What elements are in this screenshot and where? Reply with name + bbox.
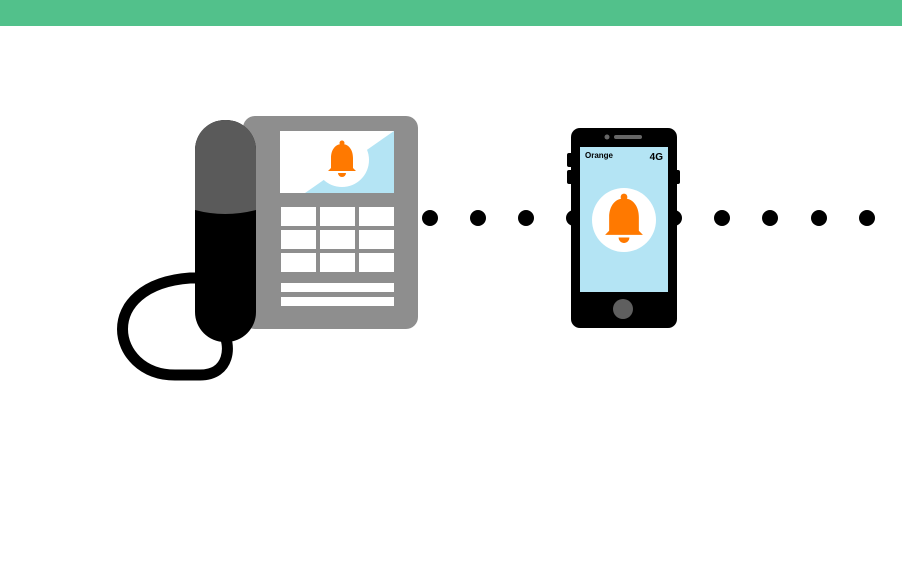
- connection-dot: [762, 210, 778, 226]
- desk-phone-keypad: [281, 207, 394, 272]
- illustration-stage: Orange 4G: [0, 0, 902, 568]
- network-label: 4G: [650, 152, 664, 163]
- handset: [195, 120, 256, 342]
- carrier-label: Orange: [585, 151, 614, 160]
- front-camera: [604, 134, 610, 140]
- connection-dot: [470, 210, 486, 226]
- forwarding-scene: Orange 4G: [117, 116, 875, 381]
- desk-phone-screen: [280, 131, 394, 193]
- home-button: [613, 299, 633, 319]
- desk-phone-icon: [117, 116, 418, 381]
- connection-dot: [714, 210, 730, 226]
- connection-dot: [422, 210, 438, 226]
- connection-dot: [811, 210, 827, 226]
- speaker-grille: [614, 135, 642, 139]
- connection-dot: [859, 210, 875, 226]
- mobile-phone-icon: Orange 4G: [567, 128, 680, 328]
- connection-dot: [518, 210, 534, 226]
